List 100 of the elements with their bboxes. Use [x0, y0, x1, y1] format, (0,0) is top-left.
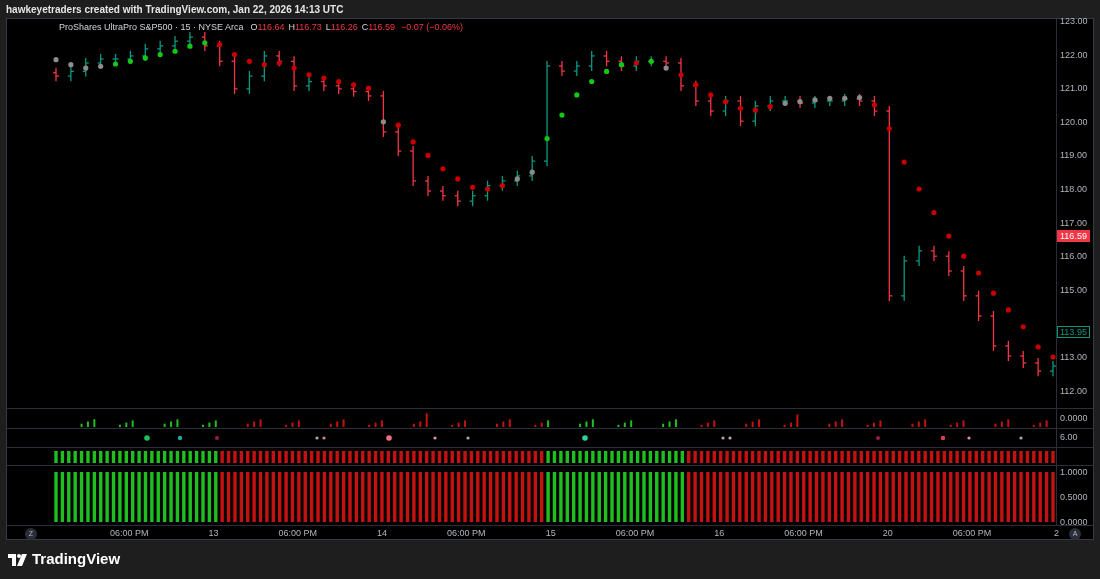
oscillator-bar	[118, 472, 122, 522]
oscillator-bar	[1032, 472, 1036, 522]
oscillator-bar	[1025, 472, 1030, 522]
oscillator-bar	[425, 472, 429, 522]
price-axis-label: 119.00	[1060, 150, 1088, 161]
ohlc-label: O	[250, 21, 258, 34]
oscillator-bar	[533, 472, 538, 522]
oscillator-bar	[73, 472, 77, 522]
oscillator-bar	[661, 472, 665, 522]
oscillator-bar	[226, 472, 231, 522]
oscillator-bar	[782, 472, 787, 522]
oscillator-bar	[540, 472, 544, 522]
price-axis-label: 115.00	[1060, 284, 1088, 295]
oscillator-bar	[258, 472, 263, 522]
ohlc-label: L	[325, 21, 331, 34]
oscillator-bar	[92, 472, 97, 522]
oscillator-bar	[603, 472, 608, 522]
oscillator-bar	[1038, 472, 1042, 522]
ohlc-value: 116.26	[330, 21, 358, 34]
oscillator-bar	[456, 472, 461, 522]
oscillator-bar	[131, 472, 135, 522]
time-axis-label: 13	[208, 527, 219, 538]
oscillator-bar	[246, 472, 250, 522]
oscillator-bar	[450, 472, 454, 522]
oscillator-bar	[399, 472, 403, 522]
ohlc-value: 116.59	[368, 21, 396, 34]
oscillator-bar	[789, 472, 793, 522]
oscillator-bar	[706, 472, 710, 522]
oscillator-bar	[897, 472, 902, 522]
oscillator-bar	[1051, 472, 1055, 522]
oscillator-bar	[67, 472, 71, 522]
oscillator-bar	[233, 472, 237, 522]
oscillator-bar	[993, 472, 998, 522]
oscillator-bar	[348, 472, 352, 522]
oscillator-bar	[508, 472, 512, 522]
time-axis-label: 06:00 PM	[109, 527, 149, 538]
time-axis-label: 16	[714, 527, 725, 538]
oscillator-bar	[150, 472, 154, 522]
oscillator-bar	[738, 472, 742, 522]
header-caption: hawkeyetraders created with TradingView.com, Jan 22, 2026 14:13 UTC	[6, 2, 344, 17]
oscillator-bar	[1019, 472, 1023, 522]
oscillator-bar	[987, 472, 991, 522]
price-tag: 113.95	[1057, 326, 1090, 339]
oscillator-bar	[137, 472, 141, 522]
oscillator-bar	[188, 472, 192, 522]
oscillator-bar	[961, 472, 966, 522]
oscillator-bar	[910, 472, 915, 522]
oscillator-bar	[565, 472, 569, 522]
pane-axis-label: 6.00	[1060, 431, 1078, 445]
oscillator-axis-label: 1.0000	[1060, 467, 1088, 477]
price-axis-label: 122.00	[1060, 49, 1089, 60]
price-axis-label: 123.00	[1060, 16, 1089, 26]
oscillator-bar	[616, 472, 621, 522]
oscillator-bar	[546, 472, 550, 522]
oscillator-bar	[629, 472, 633, 522]
ohlc-label: H	[288, 21, 295, 34]
price-axis-label: 112.00	[1060, 385, 1088, 396]
oscillator-bar	[571, 472, 576, 522]
ohlc-value: 116.73	[294, 21, 322, 34]
oscillator-bar	[814, 472, 819, 522]
oscillator-bar	[744, 472, 748, 522]
oscillator-bar	[297, 472, 301, 522]
oscillator-bar	[1044, 472, 1049, 522]
oscillator-bar	[111, 472, 116, 522]
oscillator-bar	[1006, 472, 1010, 522]
oscillator-bar	[162, 472, 167, 522]
oscillator-bar	[904, 472, 908, 522]
oscillator-bar	[687, 472, 691, 522]
oscillator-bar	[821, 472, 825, 522]
oscillator-bar	[418, 472, 422, 522]
oscillator-bar	[520, 472, 525, 522]
oscillator-bar	[99, 472, 103, 522]
oscillator-bar	[674, 472, 678, 522]
oscillator-bar	[322, 472, 327, 522]
oscillator-bar	[527, 472, 531, 522]
oscillator-bar	[981, 472, 985, 522]
oscillator-bar	[846, 472, 851, 522]
oscillator-bar	[878, 472, 883, 522]
oscillator-bar	[124, 472, 128, 522]
oscillator-bar	[431, 472, 435, 522]
oscillator-bar	[316, 472, 320, 522]
last-price-tag: 116.59	[1057, 230, 1090, 243]
oscillator-bar	[386, 472, 391, 522]
oscillator-bar	[917, 472, 921, 522]
oscillator-bar	[802, 472, 806, 522]
oscillator-bar	[373, 472, 378, 522]
oscillator-bar	[182, 472, 186, 522]
oscillator-axis-label: 0.0000	[1060, 517, 1088, 527]
oscillator-bar	[252, 472, 256, 522]
oscillator-bar	[501, 472, 506, 522]
oscillator-bar	[290, 472, 295, 522]
oscillator-bar	[763, 472, 768, 522]
oscillator-bar	[834, 472, 838, 522]
oscillator-bar	[942, 472, 947, 522]
oscillator-axis-label: 0.5000	[1060, 492, 1088, 502]
brand-logo-icon	[8, 553, 28, 566]
time-axis-label: 20	[882, 527, 893, 538]
oscillator-bar	[284, 472, 288, 522]
oscillator-bar	[648, 472, 653, 522]
oscillator-bar	[731, 472, 736, 522]
